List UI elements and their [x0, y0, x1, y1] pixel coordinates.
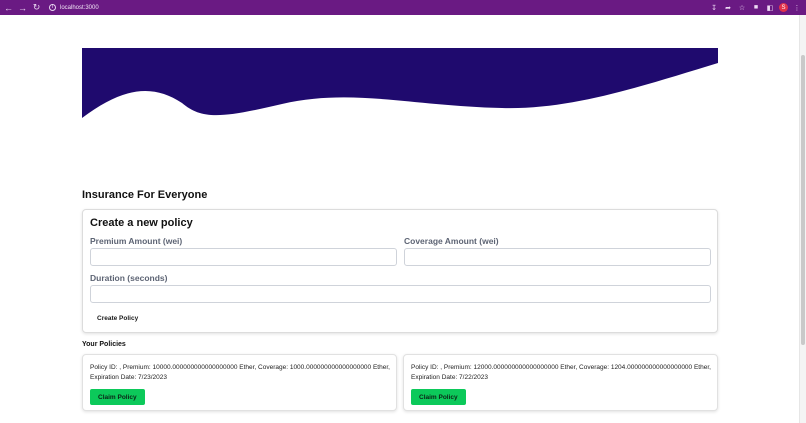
sidebar-icon[interactable]: ◧: [765, 3, 775, 13]
duration-label: Duration (seconds): [90, 273, 168, 283]
coverage-label: Coverage Amount (wei): [404, 236, 499, 246]
url-text[interactable]: localhost:3000: [60, 5, 99, 11]
your-policies-heading: Your Policies: [82, 341, 126, 348]
address-bar[interactable]: i localhost:3000: [49, 4, 99, 11]
extensions-icon[interactable]: ■: [751, 3, 761, 13]
create-policy-button[interactable]: Create Policy: [90, 311, 146, 325]
hero-wave-banner: [82, 48, 718, 118]
download-icon[interactable]: ↧: [709, 3, 719, 13]
create-policy-form: Create a new policy Premium Amount (wei)…: [82, 209, 718, 333]
duration-input[interactable]: [90, 285, 711, 303]
profile-avatar[interactable]: S: [779, 3, 788, 12]
wave-shape: [82, 48, 718, 118]
form-title: Create a new policy: [90, 217, 193, 229]
star-icon[interactable]: ☆: [737, 3, 747, 13]
site-info-icon[interactable]: i: [49, 4, 56, 11]
policy-details: Policy ID: , Premium: 12000.000000000000…: [411, 364, 711, 381]
policy-card: Policy ID: , Premium: 12000.000000000000…: [403, 354, 718, 411]
claim-policy-button[interactable]: Claim Policy: [411, 389, 466, 405]
policy-details: Policy ID: , Premium: 10000.000000000000…: [90, 364, 390, 381]
premium-label: Premium Amount (wei): [90, 236, 183, 246]
browser-actions: ↧ ➦ ☆ ■ ◧ S ⋮: [709, 0, 802, 15]
page-scrollbar[interactable]: [799, 15, 806, 423]
back-arrow-icon[interactable]: ←: [2, 1, 15, 14]
policy-card: Policy ID: , Premium: 10000.000000000000…: [82, 354, 397, 411]
forward-arrow-icon[interactable]: →: [16, 1, 29, 14]
claim-policy-button[interactable]: Claim Policy: [90, 389, 145, 405]
more-menu-icon[interactable]: ⋮: [792, 3, 802, 13]
reload-icon[interactable]: ↻: [30, 1, 43, 14]
app-heading: Insurance For Everyone: [82, 189, 208, 201]
share-icon[interactable]: ➦: [723, 3, 733, 13]
premium-amount-input[interactable]: [90, 248, 397, 266]
browser-toolbar: ← → ↻ i localhost:3000 ↧ ➦ ☆ ■ ◧ S ⋮: [0, 0, 806, 15]
coverage-amount-input[interactable]: [404, 248, 711, 266]
scrollbar-thumb[interactable]: [801, 55, 805, 345]
